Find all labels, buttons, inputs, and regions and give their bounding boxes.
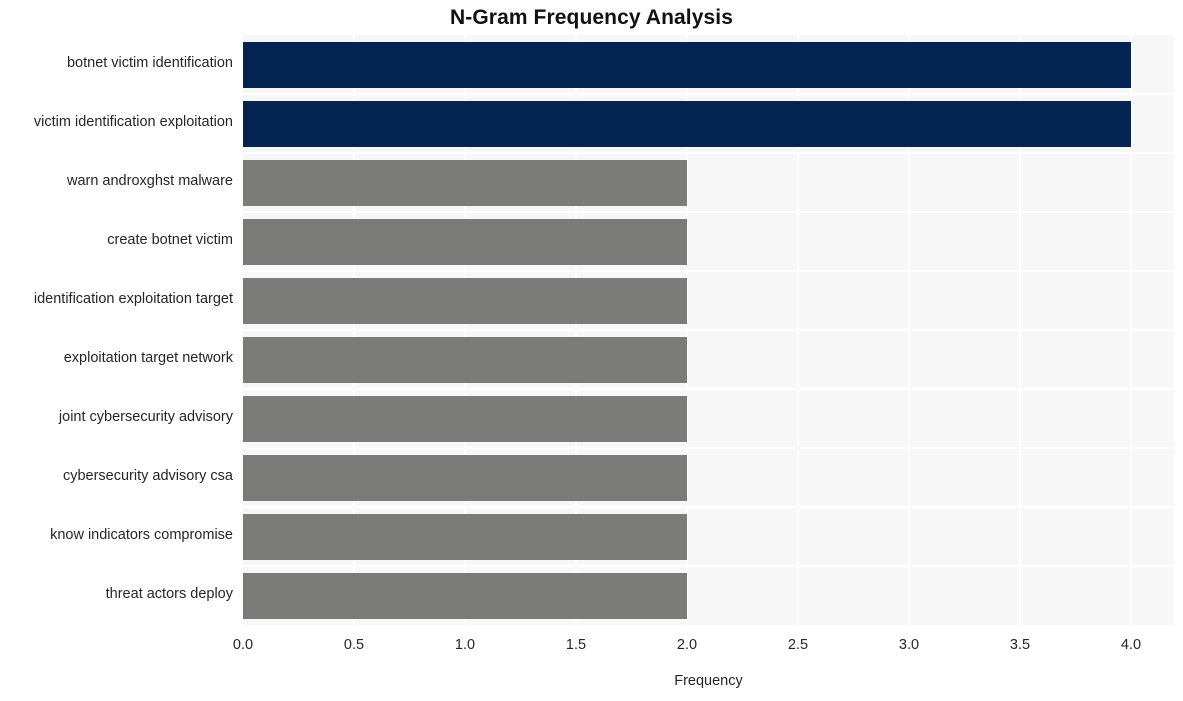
y-axis-tick-label: victim identification exploitation [33,113,233,130]
bar [243,218,687,265]
x-axis-tick-label: 3.5 [1009,637,1031,653]
y-axis-tick-label: threat actors deploy [105,585,233,602]
bar [243,513,687,560]
y-axis-tick-label: identification exploitation target [33,290,233,307]
bar [243,159,687,206]
gridline-horizontal [243,565,1174,567]
y-axis-tick-label: warn androxghst malware [66,172,233,189]
gridline-horizontal [243,388,1174,390]
y-axis-tick-label: know indicators compromise [50,526,233,543]
gridline-horizontal [243,329,1174,331]
bar [243,572,687,619]
plot-area [243,35,1174,625]
x-axis-tick-label: 1.0 [454,637,476,653]
x-axis-tick-label: 0.5 [343,637,365,653]
bar [243,454,687,501]
bar [243,100,1131,147]
x-axis-tick-label: 3.0 [898,637,920,653]
y-axis-tick-label: cybersecurity advisory csa [62,467,233,484]
gridline-horizontal [243,270,1174,272]
bar [243,336,687,383]
gridline-horizontal [243,447,1174,449]
x-axis-tick-label: 2.5 [787,637,809,653]
x-axis-tick-label: 2.0 [676,637,698,653]
x-axis-tick-label: 4.0 [1120,637,1142,653]
gridline-horizontal [243,211,1174,213]
y-axis-tick-label: create botnet victim [107,231,233,248]
x-axis-tick-label: 0.0 [232,637,254,653]
y-axis-tick-label: botnet victim identification [66,54,233,71]
bar [243,277,687,324]
gridline-horizontal [243,506,1174,508]
bar [243,41,1131,88]
chart-figure: N-Gram Frequency Analysis botnet victim … [0,0,1183,701]
x-axis-title: Frequency [674,673,743,689]
y-axis-tick-label: exploitation target network [63,349,233,366]
gridline-horizontal [243,152,1174,154]
bar [243,395,687,442]
x-axis-tick-label: 1.5 [565,637,587,653]
y-axis-tick-label: joint cybersecurity advisory [58,408,233,425]
page-title: N-Gram Frequency Analysis [450,6,733,29]
gridline-horizontal [243,93,1174,95]
